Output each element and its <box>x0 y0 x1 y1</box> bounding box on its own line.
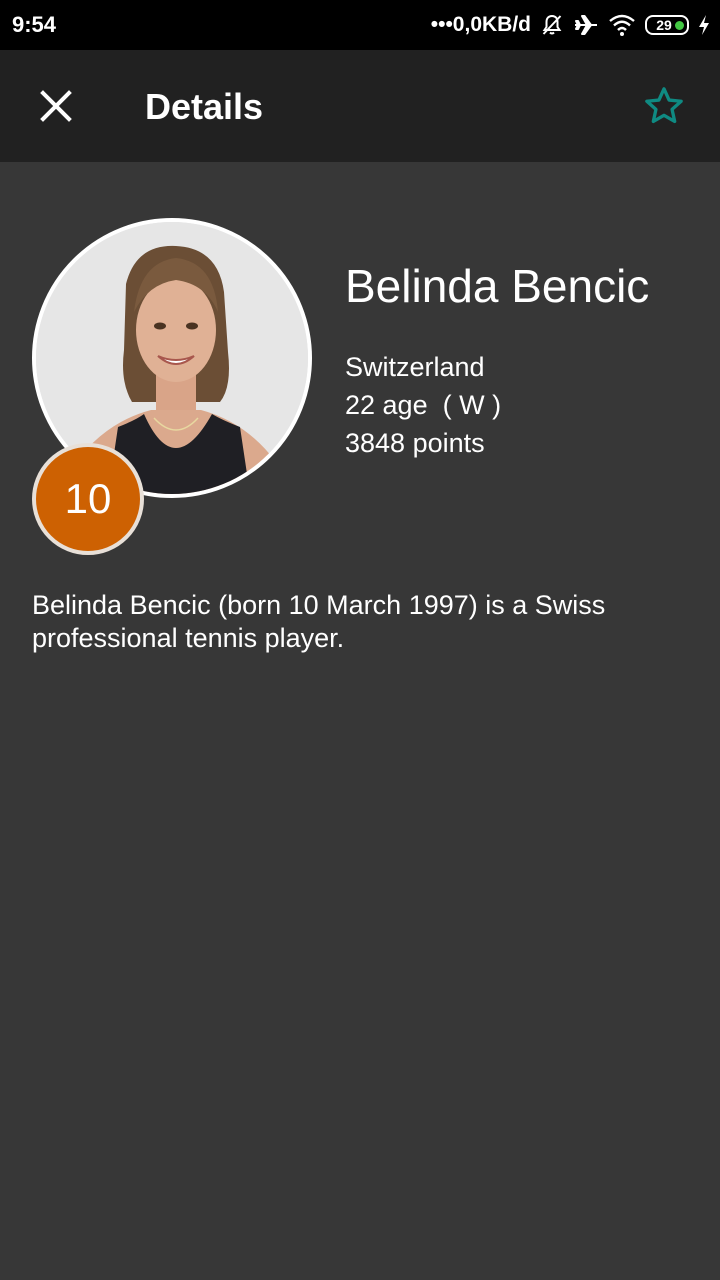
status-icons: •••0,0KB/d 29 <box>431 13 710 37</box>
player-points: 3848 points <box>345 428 485 458</box>
notifications-off-icon <box>540 13 564 37</box>
player-name: Belinda Bencic <box>345 260 650 312</box>
charging-bolt-icon <box>698 14 710 36</box>
close-button[interactable] <box>24 74 88 138</box>
close-icon <box>40 90 72 122</box>
page-title: Details <box>145 86 264 127</box>
airplane-mode-icon <box>573 13 599 37</box>
network-speed: •••0,0KB/d <box>430 13 531 36</box>
app-bar: Details <box>0 50 720 162</box>
battery-icon: 29 <box>645 15 689 35</box>
battery-level: 29 <box>656 17 672 33</box>
rank-badge: 10 <box>32 443 144 555</box>
status-bar: 9:54 •••0,0KB/d 29 <box>0 0 720 50</box>
battery-charge-dot <box>675 21 684 30</box>
player-age: 22 age ( W ) <box>345 390 502 420</box>
player-country: Switzerland <box>345 352 485 382</box>
status-time: 9:54 <box>12 12 57 37</box>
player-bio: Belinda Bencic (born 10 March 1997) is a… <box>32 590 606 653</box>
favorite-button[interactable] <box>632 74 696 138</box>
star-outline-icon <box>645 87 683 124</box>
wifi-icon <box>608 13 636 37</box>
details-screen: 9:54 •••0,0KB/d 29 Details 10 Belinda Be… <box>0 0 720 1280</box>
